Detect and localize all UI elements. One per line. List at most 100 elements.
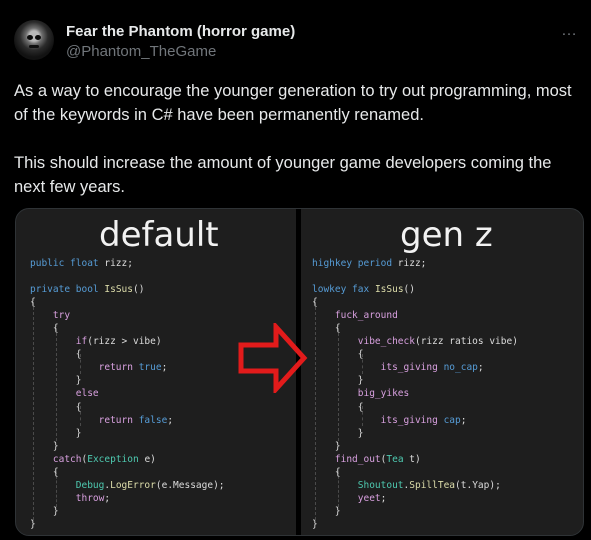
left-code-line: { [30, 401, 225, 414]
right-code-line: vibe_check(rizz ratios vibe) [312, 335, 518, 348]
right-code-line: lowkey fax IsSus() [312, 283, 518, 296]
code-token: ; [104, 492, 111, 504]
right-code-line: } [312, 427, 518, 440]
code-token: big_yikes [357, 388, 410, 400]
code-token: } [30, 505, 59, 517]
tweet-paragraph-2: This should increase the amount of young… [14, 154, 552, 196]
code-token: IsSus [374, 284, 404, 296]
right-panel-title: gen z [400, 215, 493, 255]
code-token: { [30, 297, 36, 309]
code-token: Tea [386, 453, 404, 465]
code-token: yeet [357, 492, 381, 504]
code-token: else [75, 388, 99, 400]
code-token: vibe_check [357, 336, 415, 348]
left-panel-title: default [99, 215, 219, 255]
code-token: ; [460, 414, 467, 426]
right-code-line: { [312, 401, 518, 414]
right-code-line: { [312, 296, 518, 309]
code-token: try [52, 310, 71, 322]
code-token: { [312, 297, 318, 309]
code-token: (t.Yap); [455, 479, 501, 491]
code-token: no_cap [443, 362, 478, 374]
right-code-line: its_giving no_cap; [312, 361, 518, 374]
more-options-icon[interactable]: … [561, 22, 578, 40]
code-token: } [30, 518, 36, 530]
code-token: find_out [334, 453, 381, 465]
left-code-line: private bool IsSus() [30, 283, 225, 296]
code-token: } [312, 375, 364, 387]
code-token: { [30, 349, 82, 361]
avatar[interactable] [14, 20, 54, 60]
left-code-line: { [30, 296, 225, 309]
code-token: ; [161, 362, 168, 374]
right-code-line: } [312, 374, 518, 387]
code-token: { [312, 323, 341, 335]
code-token: rizz; [392, 258, 427, 269]
right-code-line: yeet; [312, 492, 518, 505]
right-code-line: { [312, 466, 518, 479]
tweet-text: As a way to encourage the younger genera… [14, 79, 574, 199]
left-code-line: Debug.LogError(e.Message); [30, 479, 225, 492]
right-code-line: } [312, 440, 518, 453]
code-token: return [98, 414, 133, 426]
code-token: t) [403, 453, 421, 465]
right-code-line: highkey period rizz; [312, 257, 518, 270]
code-token: e) [138, 453, 156, 465]
left-code-line: if(rizz > vibe) [30, 335, 225, 348]
code-token: { [30, 401, 82, 413]
code-token: { [30, 323, 59, 335]
right-code-line [312, 270, 518, 283]
code-token: { [30, 466, 59, 478]
code-token: Shoutout [357, 479, 404, 491]
code-token: { [312, 466, 341, 478]
code-token: () [403, 284, 415, 296]
code-token: LogError [110, 479, 156, 491]
left-code-line: { [30, 348, 225, 361]
left-code-line: catch(Exception e) [30, 453, 225, 466]
left-code-line [30, 270, 225, 283]
left-code-line: try [30, 309, 225, 322]
right-code-line: its_giving cap; [312, 414, 518, 427]
code-token: (e.Message); [155, 479, 225, 491]
code-token: } [312, 518, 318, 530]
code-token: ; [380, 492, 387, 504]
left-code-line: { [30, 466, 225, 479]
code-token: public float [30, 258, 99, 269]
left-code-line: } [30, 440, 225, 453]
avatar-eye-right [35, 35, 41, 40]
code-token: private bool [30, 284, 99, 296]
tweet-paragraph-1: As a way to encourage the younger genera… [14, 82, 572, 124]
code-token: Debug [75, 479, 105, 491]
code-token: catch [52, 453, 82, 465]
left-code-line: throw; [30, 492, 225, 505]
code-token: return [98, 362, 133, 374]
author-name[interactable]: Fear the Phantom (horror game) [66, 23, 295, 40]
tweet-image[interactable]: default gen z public float rizz; private… [15, 208, 584, 536]
code-token: () [132, 284, 145, 296]
code-token: } [312, 427, 364, 439]
code-token: its_giving [380, 362, 438, 374]
code-token: ; [167, 414, 174, 426]
right-arrow-icon [238, 323, 308, 393]
code-token: SpillTea [409, 479, 456, 491]
tweet: Fear the Phantom (horror game) @Phantom_… [0, 0, 591, 540]
right-code-line: find_out(Tea t) [312, 453, 518, 466]
code-token: fuck_around [334, 310, 398, 322]
avatar-mouth [29, 45, 39, 48]
code-token: lowkey fax [312, 284, 370, 296]
author-handle[interactable]: @Phantom_TheGame [66, 43, 216, 60]
left-code-line: else [30, 387, 225, 400]
right-code-line: big_yikes [312, 387, 518, 400]
code-token: true [138, 362, 162, 374]
